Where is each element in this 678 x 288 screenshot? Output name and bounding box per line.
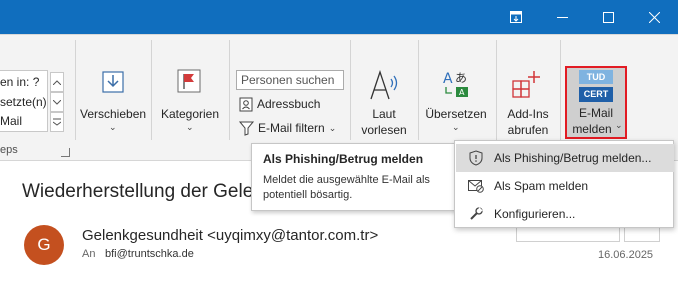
people-search-input[interactable]: Personen suchen [236,70,344,90]
menu-item-label: Konfigurieren... [494,207,576,221]
addins-label-line2: abrufen [507,123,549,137]
quick-steps-group-label: eps [0,144,18,156]
spam-mail-icon [468,178,484,194]
maximize-icon [602,11,614,23]
address-book-button[interactable]: Adressbuch [239,95,320,113]
svg-text:A: A [459,88,465,97]
gallery-more-button[interactable] [50,112,64,132]
sender-address[interactable]: Gelenkgesundheit <uyqimxy@tantor.com.tr> [82,227,378,244]
quick-steps-dialog-launcher[interactable] [61,148,70,157]
addins-label-line1: Add-Ins [507,107,549,121]
title-bar [0,0,678,34]
move-folder-icon [102,71,124,93]
recipient-address[interactable]: bfi@truntschka.de [105,248,194,260]
address-book-label: Adressbuch [257,97,321,111]
filter-funnel-icon [239,121,254,136]
chevron-down-icon: ⌄ [328,122,337,133]
move-label: Verschieben [80,107,147,121]
translate-button[interactable]: A あ A Übersetzen ⌄ [422,66,490,138]
category-tag-icon [177,69,201,93]
menu-item-report-phishing[interactable]: Als Phishing/Betrug melden... [456,144,674,172]
close-icon [648,11,660,23]
tooltip-description: Meldet die ausgewählte E-Mail als potent… [263,174,430,201]
group-separator [418,40,419,140]
categorize-button[interactable]: Kategorien ⌄ [157,66,223,138]
minimize-icon [556,16,568,18]
report-email-dropdown: Als Phishing/Betrug melden... Als Spam m… [454,140,674,228]
menu-item-label: Als Spam melden [494,179,589,193]
read-aloud-icon [370,70,398,100]
read-aloud-button[interactable]: Laut vorlesen [355,66,413,138]
gallery-scroll-down-button[interactable] [50,92,64,112]
chevron-down-icon: ⌄ [109,122,117,132]
close-button[interactable] [631,0,677,34]
maximize-button[interactable] [585,0,631,34]
group-separator [496,40,497,140]
minimize-button[interactable] [539,0,585,34]
email-subject: Wiederherstellung der Gelen [22,181,264,202]
ribbon-top-border [0,34,678,35]
address-book-icon [239,97,253,111]
chevron-down-icon [53,99,61,105]
email-date: 16.06.2025 [598,249,654,261]
chevron-down-icon: ⌄ [186,122,194,132]
translate-icon: A あ A [443,71,468,97]
svg-text:A: A [443,71,453,87]
quick-step-item[interactable]: en in: ? [0,75,39,89]
menu-item-configure[interactable]: Konfigurieren... [456,200,674,228]
group-separator [75,40,76,140]
chevron-down-icon: ⌄ [452,122,460,132]
svg-text:あ: あ [455,71,467,85]
tooltip-title: Als Phishing/Betrug melden [263,152,424,166]
read-aloud-label-line2: vorlesen [361,123,407,137]
translate-label: Übersetzen [425,107,487,121]
addins-grid-icon [512,71,540,98]
filter-email-label: E-Mail filtern [258,121,325,135]
get-addins-button[interactable]: Add-Ins abrufen [500,66,556,138]
move-button[interactable]: Verschieben ⌄ [80,66,146,138]
gallery-scroll-up-button[interactable] [50,72,64,92]
gallery-expand-icon [53,118,61,126]
quick-step-item[interactable]: Mail [0,114,22,128]
ribbon-display-options-button[interactable] [493,0,539,34]
shield-alert-icon [468,150,484,166]
highlight-frame [565,66,627,139]
menu-item-label: Als Phishing/Betrug melden... [494,151,652,165]
menu-item-report-spam[interactable]: Als Spam melden [456,172,674,200]
group-separator [151,40,152,140]
chevron-up-icon [53,79,61,85]
restore-down-icon [510,11,522,23]
categorize-label: Kategorien [160,107,220,121]
quick-step-item[interactable]: setzte(n) [0,95,47,109]
group-separator [229,40,230,140]
filter-email-button[interactable]: E-Mail filtern ⌄ [239,119,336,137]
to-label: An [82,248,96,260]
read-aloud-label-line1: Laut [372,107,396,121]
quick-steps-gallery[interactable]: en in: ? setzte(n) Mail [0,70,48,132]
report-phishing-tooltip: Als Phishing/Betrug melden Meldet die au… [251,143,459,211]
avatar: G [24,225,64,265]
group-separator [560,40,561,140]
group-separator [350,40,351,140]
wrench-icon [468,206,484,222]
